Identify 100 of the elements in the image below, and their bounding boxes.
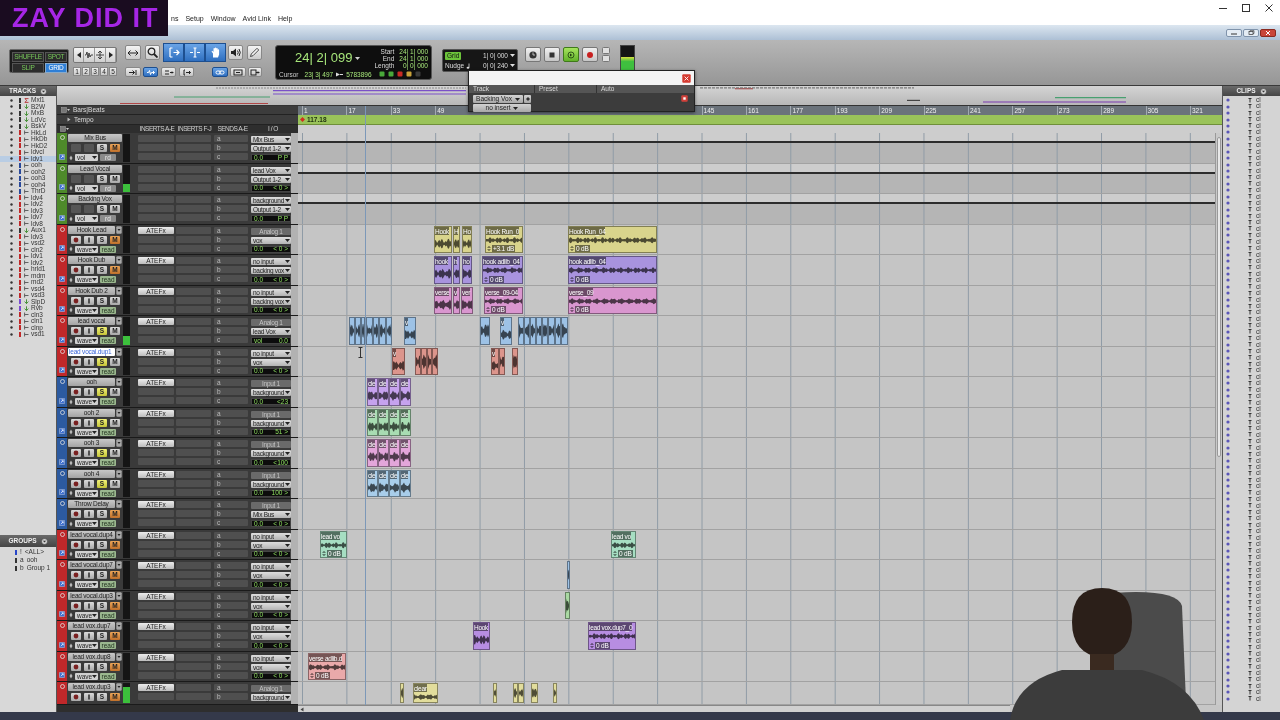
close-icon[interactable]	[1264, 3, 1274, 13]
record-enable-button[interactable]	[71, 418, 81, 427]
stop-button[interactable]	[544, 47, 560, 62]
ring-icon[interactable]	[59, 623, 65, 628]
ring-icon[interactable]	[59, 653, 65, 659]
dot-icon[interactable]	[10, 235, 13, 239]
dot-icon[interactable]	[10, 267, 13, 271]
arrow-square-icon[interactable]	[59, 184, 65, 190]
dot-icon[interactable]	[10, 287, 13, 291]
audio-clip[interactable]	[512, 347, 518, 375]
arrow-square-icon[interactable]	[59, 611, 65, 617]
diamond-icon[interactable]	[69, 490, 73, 496]
audio-clip[interactable]	[400, 683, 404, 703]
caret-icon[interactable]	[116, 347, 122, 356]
ring-icon[interactable]	[59, 501, 65, 506]
ring-icon[interactable]	[59, 348, 65, 354]
audio-clip[interactable]	[567, 561, 570, 589]
dot-icon[interactable]	[10, 131, 13, 135]
close-icon[interactable]	[1260, 28, 1276, 37]
option-button[interactable]	[143, 67, 158, 77]
caret-icon[interactable]	[116, 561, 122, 569]
input-monitor-button[interactable]	[84, 235, 94, 244]
record-enable-button[interactable]	[71, 510, 81, 518]
arrow-square-icon[interactable]	[59, 275, 65, 282]
record-enable-button[interactable]	[71, 540, 81, 549]
dropdown-circle-icon[interactable]	[1259, 87, 1267, 95]
maximize-icon[interactable]	[1241, 3, 1251, 13]
record-enable-button[interactable]	[71, 296, 81, 305]
dot-icon[interactable]	[10, 248, 13, 252]
arrow-square-icon[interactable]	[59, 367, 65, 373]
record-enable-button[interactable]	[71, 388, 81, 396]
diamond-icon[interactable]	[69, 276, 73, 283]
arrow-square-icon[interactable]	[59, 245, 65, 251]
diamond-icon[interactable]	[69, 337, 73, 344]
ring-icon[interactable]	[59, 684, 65, 689]
record-button[interactable]	[582, 47, 598, 62]
caret-icon[interactable]	[116, 225, 122, 234]
caret-icon[interactable]	[116, 469, 122, 478]
record-enable-button[interactable]	[71, 327, 81, 335]
arrow-square-icon[interactable]	[59, 580, 65, 587]
caret-icon[interactable]	[116, 408, 122, 417]
zoom-button[interactable]	[106, 48, 116, 62]
record-enable-button[interactable]	[71, 479, 81, 488]
dot-icon[interactable]	[10, 261, 13, 265]
ring-icon[interactable]	[59, 318, 65, 323]
caret-icon[interactable]	[116, 591, 122, 600]
caret-icon[interactable]	[116, 652, 122, 661]
audio-clip[interactable]	[565, 591, 570, 619]
audio-clip[interactable]	[493, 683, 497, 703]
dot-icon[interactable]	[10, 105, 13, 109]
arrow-square-icon[interactable]	[59, 428, 65, 434]
diamond-icon[interactable]	[69, 368, 73, 374]
caret-icon[interactable]	[510, 54, 515, 57]
horizontal-scrollbar[interactable]	[298, 705, 1010, 712]
dot-icon[interactable]	[10, 274, 13, 278]
diamond-icon[interactable]	[69, 307, 73, 313]
ring-icon[interactable]	[59, 257, 65, 262]
volume-automation-line[interactable]	[298, 171, 1215, 174]
record-enable-button[interactable]	[71, 601, 81, 610]
dot-icon[interactable]	[10, 157, 13, 161]
dot-icon[interactable]	[10, 118, 13, 122]
dot-icon[interactable]	[10, 332, 13, 336]
input-monitor-button[interactable]	[84, 296, 94, 305]
input-monitor-button[interactable]	[84, 418, 94, 427]
diamond-icon[interactable]	[69, 185, 73, 191]
dot-icon[interactable]	[10, 326, 13, 330]
ring-icon[interactable]	[59, 379, 65, 384]
ring-icon[interactable]	[59, 562, 65, 567]
record-enable-button[interactable]	[71, 632, 81, 640]
dot-icon[interactable]	[10, 222, 13, 226]
diamond-icon[interactable]	[69, 246, 73, 252]
audio-clip[interactable]	[518, 683, 524, 703]
caret-icon[interactable]	[116, 256, 122, 264]
audio-clip[interactable]	[499, 347, 505, 375]
dot-icon[interactable]	[10, 189, 13, 193]
loop-play-button[interactable]	[563, 47, 579, 62]
ring-icon[interactable]	[59, 409, 65, 415]
dot-icon[interactable]	[10, 319, 13, 323]
small-square-icon[interactable]	[602, 55, 610, 62]
record-enable-button[interactable]	[71, 235, 81, 244]
dot-icon[interactable]	[10, 228, 13, 232]
pencil-tool-button[interactable]	[247, 45, 262, 60]
caret-icon[interactable]	[116, 439, 122, 447]
zoom-button[interactable]	[95, 48, 106, 62]
scrollbar-thumb[interactable]	[1217, 137, 1221, 457]
audio-clip[interactable]	[561, 317, 568, 345]
dot-icon[interactable]	[10, 170, 13, 174]
dot-icon[interactable]	[10, 215, 13, 219]
input-monitor-button[interactable]	[84, 662, 94, 671]
dot-icon[interactable]	[10, 144, 13, 148]
diamond-icon[interactable]	[69, 459, 73, 466]
input-monitor-button[interactable]	[84, 693, 94, 701]
record-enable-button[interactable]	[71, 571, 81, 579]
diamond-icon[interactable]	[69, 673, 73, 679]
ring-icon[interactable]	[59, 592, 65, 598]
square-toggle-icon[interactable]	[681, 95, 688, 102]
arrow-square-icon[interactable]	[59, 397, 65, 404]
input-monitor-button[interactable]	[84, 601, 94, 610]
zoom-toggle-button[interactable]	[125, 45, 141, 60]
dot-icon[interactable]	[10, 202, 13, 206]
